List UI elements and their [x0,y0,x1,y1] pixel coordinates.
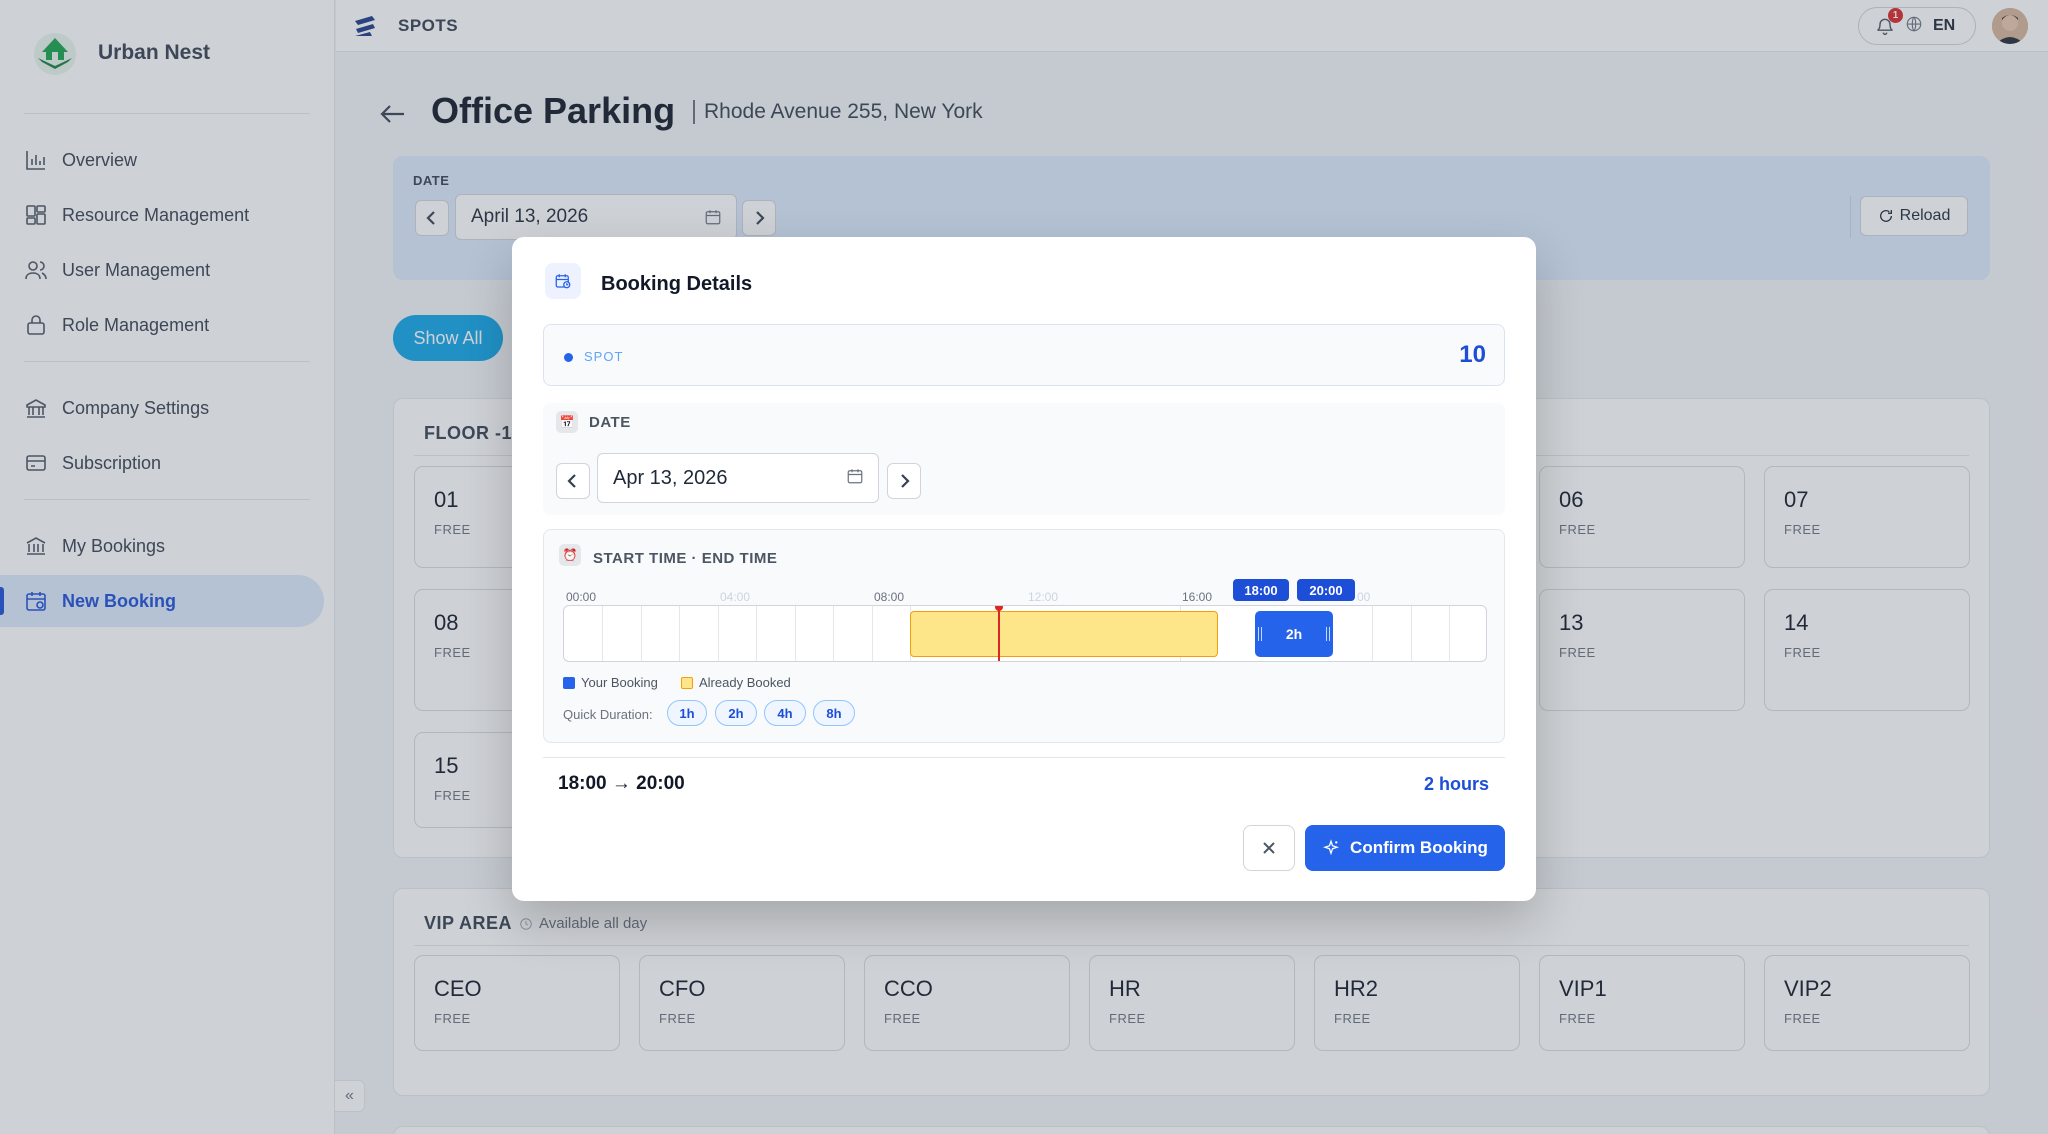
calendar-clock-icon [555,274,571,289]
date-section-label: DATE [589,414,631,431]
chevron-left-icon [567,474,576,488]
time-tick-label: 00:00 [566,590,597,604]
time-section-label: START TIME · END TIME [593,550,778,567]
modal-date-value: Apr 13, 2026 [613,466,728,489]
alarm-clock-icon: ⏰ [559,544,581,566]
legend-label: Already Booked [699,675,791,690]
modal-date-input[interactable]: Apr 13, 2026 [597,453,879,503]
quick-duration-4h-button[interactable]: 4h [764,700,806,726]
timeline-gridline [641,606,642,661]
selection-duration-label: 2h [1285,626,1303,642]
time-tick-label: 04:00 [720,590,751,604]
modal-header-icon [545,263,581,299]
timeline-gridline [795,606,796,661]
timeline-gridline [1449,606,1450,661]
timeline-gridline [1411,606,1412,661]
timeline-gridline [602,606,603,661]
booking-details-modal: Booking Details SPOT 10 📅 DATE Apr 13, 2… [512,237,1536,901]
timeline-gridline [1372,606,1373,661]
spot-summary: SPOT 10 [543,324,1505,386]
your-booking-block[interactable]: 2h [1255,611,1333,657]
resize-handle-start[interactable] [1258,627,1262,641]
quick-duration-1h-button[interactable]: 1h [667,700,707,726]
booking-time-summary: 18:00 → 20:00 [558,773,685,794]
legend-swatch [563,676,575,689]
modal-title: Booking Details [601,273,753,295]
end-time-badge: 20:00 [1297,579,1355,601]
current-time-marker [998,606,1000,661]
modal-next-date-button[interactable] [887,463,921,499]
timeline-gridline [833,606,834,661]
time-tick-label: 00 [1357,590,1371,604]
timeline-gridline [872,606,873,661]
spot-label: SPOT [584,349,624,364]
legend-label: Your Booking [581,675,658,690]
time-tick-label: 08:00 [874,590,905,604]
quick-duration-8h-button[interactable]: 8h [813,700,855,726]
booking-duration-summary: 2 hours [1423,774,1489,794]
sparkle-icon [1323,839,1340,856]
chevron-right-icon [901,474,910,488]
time-range-section: ⏰ START TIME · END TIME 00:00 04:00 08:0… [543,529,1505,743]
close-icon [1263,842,1275,854]
modal-prev-date-button[interactable] [556,463,590,499]
timeline-gridline [718,606,719,661]
confirm-booking-label: Confirm Booking [1350,838,1488,857]
spot-dot-icon [564,353,573,362]
summary-divider [543,757,1505,758]
quick-duration-label: Quick Duration: [563,707,653,722]
calendar-emoji-icon: 📅 [556,411,578,433]
timeline-gridline [756,606,757,661]
quick-duration-2h-button[interactable]: 2h [715,700,757,726]
time-tick-label: 12:00 [1028,590,1059,604]
time-tick-label: 16:00 [1182,590,1213,604]
start-time-badge: 18:00 [1233,579,1289,601]
resize-handle-end[interactable] [1326,627,1330,641]
legend-already-booked: Already Booked [681,675,791,690]
close-modal-button[interactable] [1243,825,1295,871]
legend-swatch [681,676,693,689]
legend-your-booking: Your Booking [563,675,658,690]
timeline-gridline [679,606,680,661]
calendar-icon [847,469,863,484]
timeline-track[interactable]: 2h [563,605,1487,662]
spot-value: 10 [1459,341,1486,368]
already-booked-block [910,611,1218,657]
confirm-booking-button[interactable]: Confirm Booking [1305,825,1505,871]
